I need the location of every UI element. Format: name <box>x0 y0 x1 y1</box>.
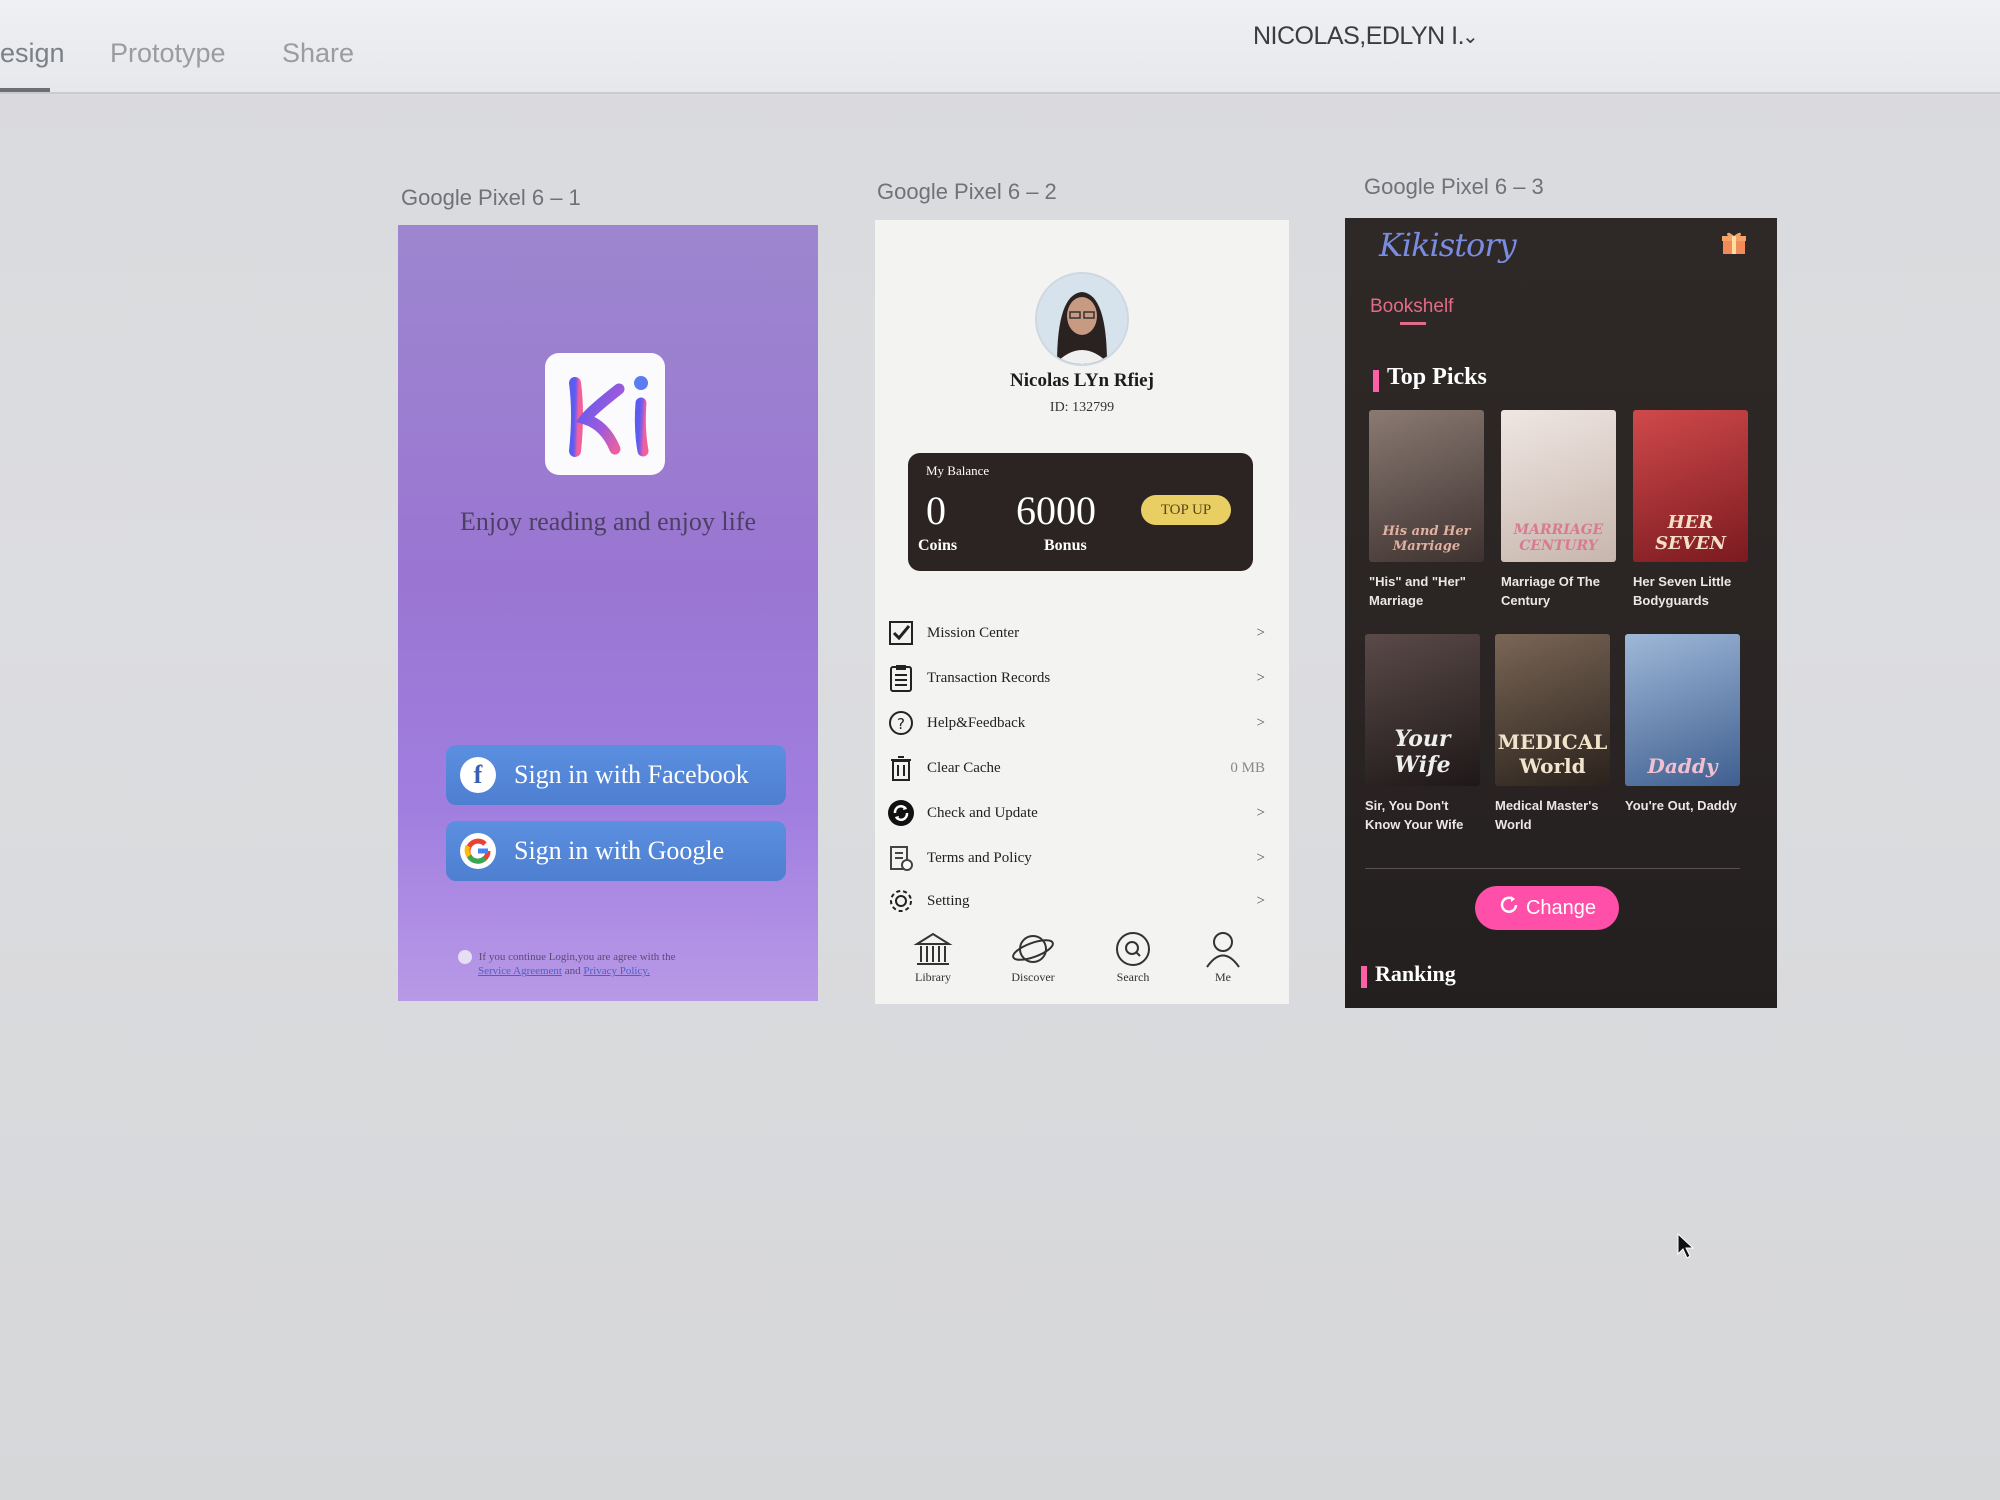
artboard-login[interactable]: Enjoy reading and enjoy life f Sign in w… <box>398 225 818 1001</box>
checkbox-icon <box>887 619 915 647</box>
book-title: Marriage Of The Century <box>1501 574 1600 608</box>
book-card[interactable]: Your Wife Sir, You Don't Know Your Wife <box>1365 634 1480 834</box>
bonus-value: 6000 <box>1016 488 1096 533</box>
book-cover: Daddy <box>1625 634 1740 786</box>
service-agreement-link[interactable]: Service Agreement <box>478 965 562 977</box>
menu-item-mission-center[interactable]: Mission Center > <box>887 615 1267 651</box>
tab-bookshelf-indicator <box>1400 322 1426 325</box>
change-button[interactable]: Change <box>1475 886 1619 930</box>
refresh-icon <box>887 799 915 827</box>
artboard-bookshelf[interactable]: Kikistory Bookshelf Top Picks His and He… <box>1345 218 1777 1008</box>
book-cover: Your Wife <box>1365 634 1480 786</box>
privacy-policy-link[interactable]: Privacy Policy. <box>583 965 650 977</box>
bottom-nav: Library Discover Search Me <box>875 930 1289 1004</box>
tab-bookshelf[interactable]: Bookshelf <box>1370 296 1453 318</box>
coins-label: Coins <box>918 537 958 554</box>
facebook-icon: f <box>460 757 496 793</box>
planet-icon <box>1012 935 1054 963</box>
balance-card: My Balance 0 Coins 6000 Bonus TOP UP <box>908 453 1253 571</box>
book-card[interactable]: His and Her Marriage "His" and "Her" Mar… <box>1369 410 1484 610</box>
person-icon <box>1206 932 1240 968</box>
menu-item-setting[interactable]: Setting > <box>887 883 1267 919</box>
top-up-button[interactable]: TOP UP <box>1141 495 1231 525</box>
avatar <box>1035 272 1129 366</box>
google-signin-button[interactable]: Sign in with Google <box>446 821 786 881</box>
book-title: Her Seven Little Bodyguards <box>1633 574 1732 608</box>
mouse-cursor-icon <box>1676 1232 1696 1265</box>
gift-icon[interactable] <box>1721 230 1747 256</box>
coins-value: 0 <box>926 488 946 533</box>
tab-prototype[interactable]: Prototype <box>110 38 226 69</box>
menu-item-terms-policy[interactable]: Terms and Policy > <box>887 840 1267 876</box>
tab-share[interactable]: Share <box>282 38 354 69</box>
ki-logo-icon <box>569 376 649 457</box>
menu-item-check-update[interactable]: Check and Update > <box>887 795 1267 831</box>
book-cover: HER SEVEN <box>1633 410 1748 562</box>
top-picks-title: Top Picks <box>1387 364 1487 390</box>
svg-text:?: ? <box>897 715 905 733</box>
artboard-title-2[interactable]: Google Pixel 6 – 2 <box>877 179 1057 205</box>
clipboard-icon <box>887 664 915 692</box>
menu-item-transaction-records[interactable]: Transaction Records > <box>887 660 1267 696</box>
tab-design[interactable]: esign <box>0 38 65 69</box>
menu-item-help-feedback[interactable]: ? Help&Feedback > <box>887 705 1267 741</box>
google-icon <box>460 833 496 869</box>
book-cover: His and Her Marriage <box>1369 410 1484 562</box>
artboard-title-3[interactable]: Google Pixel 6 – 3 <box>1364 174 1544 200</box>
user-name[interactable]: NICOLAS,EDLYN I. <box>1253 22 1465 51</box>
book-card[interactable]: MARRIAGE CENTURY Marriage Of The Century <box>1501 410 1616 610</box>
consent-text: If you continue Login,you are agree with… <box>458 950 788 978</box>
profile-name: Nicolas LYn Rfiej <box>1010 370 1154 391</box>
top-toolbar: esign Prototype Share NICOLAS,EDLYN I. ⌄ <box>0 0 2000 94</box>
book-cover: MARRIAGE CENTURY <box>1501 410 1616 562</box>
nav-library[interactable]: Library <box>893 930 973 985</box>
facebook-signin-label: Sign in with Facebook <box>514 760 749 789</box>
chevron-down-icon[interactable]: ⌄ <box>1462 24 1479 49</box>
profile-id: ID: 132799 <box>1049 400 1115 415</box>
nav-me[interactable]: Me <box>1183 930 1263 985</box>
ranking-title: Ranking <box>1375 961 1456 986</box>
section-marker <box>1373 370 1379 392</box>
app-logo <box>545 353 665 475</box>
menu-item-clear-cache[interactable]: Clear Cache 0 MB <box>887 750 1267 786</box>
tab-design-underline <box>0 88 50 92</box>
refresh-icon <box>1498 894 1520 922</box>
section-marker <box>1361 966 1367 988</box>
policy-icon <box>887 844 915 872</box>
book-title: Sir, You Don't Know Your Wife <box>1365 798 1464 832</box>
book-title: Medical Master's World <box>1495 798 1599 832</box>
library-icon <box>913 932 953 965</box>
trash-icon <box>887 754 915 782</box>
question-icon: ? <box>887 709 915 737</box>
consent-checkbox[interactable] <box>458 950 472 965</box>
brand-logo: Kikistory <box>1379 226 1517 264</box>
book-title: You're Out, Daddy <box>1625 798 1737 813</box>
google-signin-label: Sign in with Google <box>514 836 725 865</box>
book-title: "His" and "Her" Marriage <box>1369 574 1466 608</box>
tagline: Enjoy reading and enjoy life <box>459 507 757 536</box>
nav-discover[interactable]: Discover <box>993 930 1073 985</box>
book-card[interactable]: Daddy You're Out, Daddy <box>1625 634 1740 815</box>
artboard-profile[interactable]: Nicolas LYn Rfiej ID: 132799 My Balance … <box>875 220 1289 1004</box>
divider <box>1365 868 1740 869</box>
book-card[interactable]: HER SEVEN Her Seven Little Bodyguards <box>1633 410 1748 610</box>
facebook-signin-button[interactable]: f Sign in with Facebook <box>446 745 786 805</box>
gear-icon <box>887 887 915 915</box>
bonus-label: Bonus <box>1044 537 1087 554</box>
balance-title: My Balance <box>926 463 990 478</box>
search-icon <box>1116 932 1150 966</box>
book-card[interactable]: MEDICAL World Medical Master's World <box>1495 634 1610 834</box>
artboard-title-1[interactable]: Google Pixel 6 – 1 <box>401 185 581 211</box>
nav-search[interactable]: Search <box>1093 930 1173 985</box>
book-cover: MEDICAL World <box>1495 634 1610 786</box>
